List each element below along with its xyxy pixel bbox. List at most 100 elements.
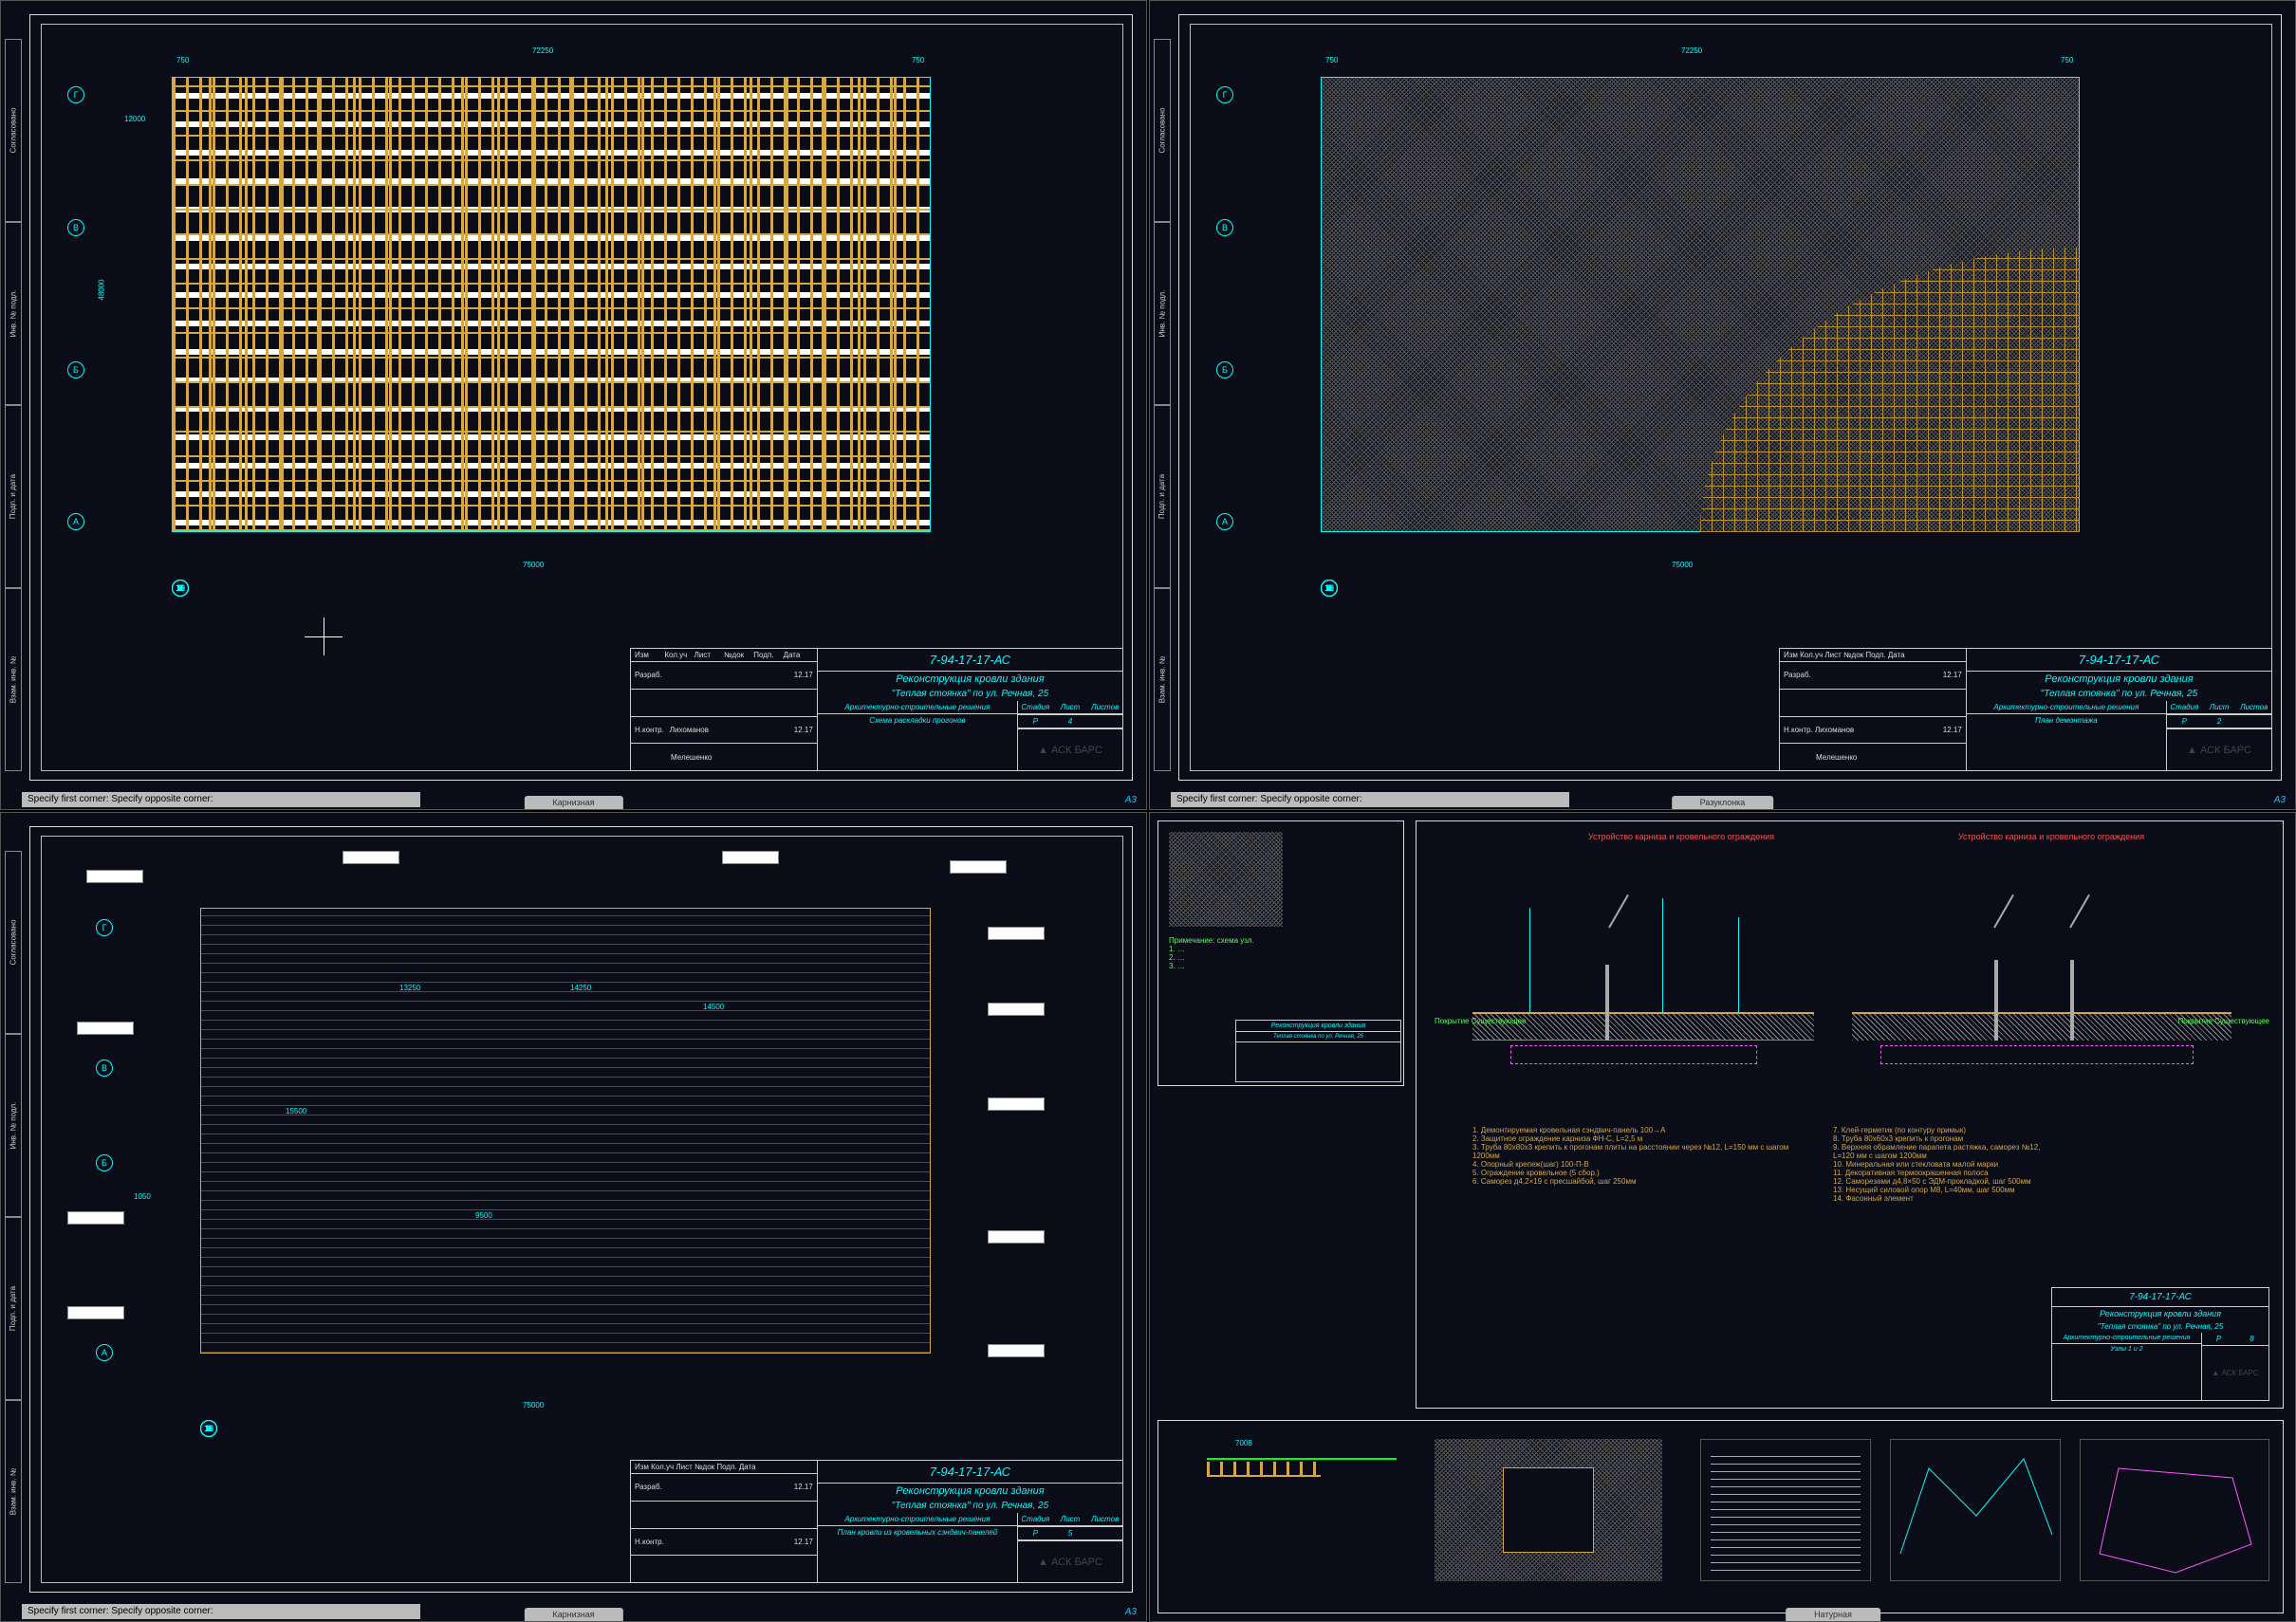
company-logo: ▲ АСК БАРС bbox=[2167, 729, 2271, 770]
side-label: Взам. инв. № bbox=[9, 1468, 18, 1516]
callout bbox=[988, 1344, 1045, 1357]
titleblock: 7-94-17-17-АС Реконструкция кровли здани… bbox=[2051, 1287, 2269, 1401]
tb-hdr: Лист bbox=[694, 651, 724, 659]
detail-title: Устройство карниза и кровельного огражде… bbox=[1928, 832, 2175, 841]
callout bbox=[86, 870, 143, 883]
tb-date: 12.17 bbox=[794, 671, 813, 679]
drawing-code: 7-94-17-17-АС bbox=[2052, 1288, 2268, 1307]
side-label: Взам. инв. № bbox=[9, 656, 18, 704]
stage: Р bbox=[1018, 1527, 1053, 1540]
drawing-title: Реконструкция кровли здания bbox=[818, 672, 1122, 687]
callout bbox=[988, 1097, 1045, 1111]
callout bbox=[343, 851, 399, 864]
dim: 75000 bbox=[1672, 561, 1693, 569]
axis-marker: Б bbox=[67, 361, 84, 378]
tb-hdr: Изм bbox=[635, 651, 664, 659]
dim: 75000 bbox=[523, 561, 544, 569]
dim: 750 bbox=[2061, 56, 2073, 65]
callout bbox=[988, 1003, 1045, 1016]
drawing-subtitle: "Теплая стоянка" по ул. Речная, 25 bbox=[818, 1499, 1122, 1513]
viewport-top-left[interactable]: Согласовано Инв. № подл. Подп. и дата Вз… bbox=[0, 0, 1147, 810]
dim: 15500 bbox=[286, 1107, 306, 1115]
discipline: Архитектурно-строительные решения bbox=[818, 1513, 1017, 1526]
side-label: Подп. и дата bbox=[9, 1286, 18, 1331]
drawing-title: Реконструкция кровли здания bbox=[1967, 672, 2271, 687]
drawing-subtitle: "Теплая стоянка" по ул. Речная, 25 bbox=[1967, 687, 2271, 701]
drawing-title: Реконструкция кровли здания bbox=[2052, 1307, 2268, 1320]
side-strip: Согласовано Инв. № подл. Подп. и дата Вз… bbox=[5, 39, 22, 771]
axis-marker: А bbox=[67, 513, 84, 530]
axis-marker: В bbox=[96, 1060, 113, 1077]
detail-strip-4 bbox=[1890, 1439, 2061, 1581]
axis-marker: Г bbox=[67, 86, 84, 103]
mini-titleblock: Реконструкция кровли здания Теплая стоян… bbox=[1235, 1020, 1401, 1082]
company-logo: ▲ АСК БАРС bbox=[1018, 1541, 1122, 1582]
stage: Р bbox=[1018, 715, 1053, 728]
notes-right: 7. Клей-герметик (по контуру примык) 8. … bbox=[1833, 1126, 2042, 1203]
callout bbox=[722, 851, 779, 864]
drawing-subtitle: "Теплая стоянка" по ул. Речная, 25 bbox=[2052, 1320, 2268, 1333]
command-line[interactable]: Specify first corner: Specify opposite c… bbox=[1171, 792, 1569, 807]
tb-hdr: Подп. bbox=[753, 651, 783, 659]
detail-thumbnail bbox=[1169, 832, 1283, 927]
dim: 72250 bbox=[1681, 46, 1702, 55]
cursor-crosshair bbox=[305, 617, 343, 655]
axis-marker: А bbox=[96, 1344, 113, 1361]
layout-tab[interactable]: Карнизная bbox=[524, 796, 622, 809]
drawing-subtitle: "Теплая стоянка" по ул. Речная, 25 bbox=[818, 687, 1122, 701]
callout bbox=[67, 1211, 124, 1225]
roof-plan-layout bbox=[172, 77, 931, 532]
discipline: Архитектурно-строительные решения bbox=[2052, 1333, 2201, 1344]
drawing-code: 7-94-17-17-АС bbox=[818, 1461, 1122, 1484]
side-label: Взам. инв. № bbox=[1158, 656, 1167, 704]
side-label: Инв. № подл. bbox=[1158, 290, 1167, 338]
format-label: А3 bbox=[1125, 795, 1137, 805]
sheet-name: Узлы 1 и 2 bbox=[2052, 1344, 2201, 1355]
tb-role: Разраб. bbox=[635, 671, 662, 679]
format-label: А3 bbox=[2274, 795, 2286, 805]
layout-tab[interactable]: Карнизная bbox=[524, 1608, 622, 1621]
side-label: Инв. № подл. bbox=[9, 1102, 18, 1150]
dim: 750 bbox=[1325, 56, 1338, 65]
titleblock: Изм Кол.уч Лист №док Подп. Дата Разраб. … bbox=[630, 1460, 1123, 1583]
axis-marker: Б bbox=[96, 1154, 113, 1171]
axis-marker: 13 bbox=[172, 580, 189, 597]
sheet-num: 4 bbox=[1053, 715, 1088, 728]
sheet-name: План кровли из кровельных сэндвич-панеле… bbox=[818, 1526, 1017, 1539]
dim: 13250 bbox=[399, 984, 420, 992]
dim: 1050 bbox=[134, 1192, 151, 1201]
format-label: А3 bbox=[1125, 1607, 1137, 1617]
detail-strip-5 bbox=[2080, 1439, 2269, 1581]
detail-strip-1: 7008 bbox=[1207, 1439, 1397, 1572]
dim: 9500 bbox=[475, 1211, 492, 1220]
layout-tab[interactable]: Разуклонка bbox=[1672, 796, 1774, 809]
discipline: Архитектурно-строительные решения bbox=[1967, 701, 2166, 714]
sandwich-panel-plan bbox=[200, 908, 931, 1354]
axis-marker: Г bbox=[1216, 86, 1233, 103]
tb-date: 12.17 bbox=[794, 726, 813, 734]
sheet-num: 5 bbox=[1053, 1527, 1088, 1540]
axis-marker: 13 bbox=[200, 1420, 217, 1437]
tb-name: Мелешенко bbox=[671, 753, 712, 762]
axis-marker: В bbox=[1216, 219, 1233, 236]
viewport-bottom-left[interactable]: Согласовано Инв. № подл. Подп. и дата Вз… bbox=[0, 812, 1147, 1622]
dim: 14500 bbox=[703, 1003, 724, 1011]
drawing-code: 7-94-17-17-АС bbox=[1967, 649, 2271, 672]
viewport-bottom-right[interactable]: Примечание: схема узл. 1. … 2. … 3. … Ре… bbox=[1149, 812, 2296, 1622]
tb-hdr: Дата bbox=[784, 651, 813, 659]
command-line[interactable]: Specify first corner: Specify opposite c… bbox=[22, 792, 420, 807]
sheet-name: Схема раскладки прогонов bbox=[818, 714, 1017, 727]
side-label: Согласовано bbox=[9, 107, 18, 153]
detail-strip-3 bbox=[1700, 1439, 1871, 1581]
side-label: Согласовано bbox=[9, 919, 18, 965]
callout bbox=[988, 1230, 1045, 1244]
titleblock: Изм Кол.уч Лист №док Подп. Дата Разраб. … bbox=[1779, 648, 2272, 771]
layout-tab[interactable]: Натурная bbox=[1786, 1608, 1880, 1621]
tb-hdr: №док bbox=[724, 651, 753, 659]
callout bbox=[950, 860, 1007, 874]
viewport-top-right[interactable]: Согласовано Инв. № подл. Подп. и дата Вз… bbox=[1149, 0, 2296, 810]
command-line[interactable]: Specify first corner: Specify opposite c… bbox=[22, 1604, 420, 1619]
notes-block: Примечание: схема узл. 1. … 2. … 3. … bbox=[1169, 936, 1387, 970]
detail-strip-2 bbox=[1435, 1439, 1662, 1581]
sheet-num: 8 bbox=[2235, 1333, 2268, 1346]
